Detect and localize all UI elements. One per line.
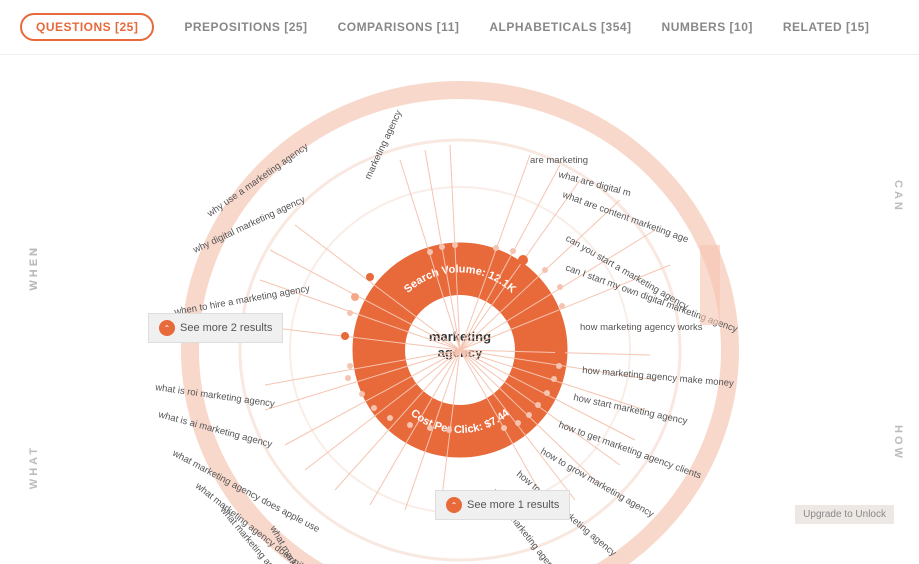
see-more-bottom[interactable]: ⌃ See more 1 results	[435, 490, 570, 520]
tab-comparisons[interactable]: COMPARISONS [11]	[338, 20, 460, 34]
tab-questions[interactable]: QUESTIONS [25]	[20, 13, 154, 41]
tab-bar: QUESTIONS [25] PREPOSITIONS [25] COMPARI…	[0, 0, 919, 55]
spoke-label: why digital marketing agency	[191, 194, 307, 256]
tab-prepositions[interactable]: PREPOSITIONS [25]	[184, 20, 307, 34]
viz-area: marketing agency Search Volume: 12.1K Co…	[0, 55, 919, 564]
see-more-icon-bottom: ⌃	[446, 497, 462, 513]
spoke-label: what is roi marketing agency	[154, 382, 276, 410]
tab-alphabeticals[interactable]: ALPHABETICALS [354]	[489, 20, 631, 34]
spoke-label: marketing agency	[363, 108, 405, 181]
see-more-icon-left: ⌃	[159, 320, 175, 336]
what-label-text: WHAT	[28, 445, 40, 489]
spoke-label: how marketing agency works	[580, 322, 703, 333]
how-label-text: HOW	[892, 425, 904, 461]
spoke-label: how marketing agency make money	[582, 365, 735, 389]
can-label-text: CAN	[892, 180, 904, 213]
upgrade-box[interactable]: Upgrade to Unlock	[795, 505, 894, 524]
tab-related[interactable]: RELATED [15]	[783, 20, 869, 34]
tab-numbers[interactable]: NUMBERS [10]	[662, 20, 753, 34]
see-more-left[interactable]: ⌃ See more 2 results	[148, 313, 283, 343]
see-more-bottom-label: See more 1 results	[467, 499, 559, 511]
wheel-svg: marketing agency Search Volume: 12.1K Co…	[0, 55, 919, 564]
when-label-text: WHEN	[28, 245, 40, 291]
upgrade-label: Upgrade to Unlock	[803, 509, 886, 520]
spoke-label: are marketing	[530, 155, 588, 166]
app-container: QUESTIONS [25] PREPOSITIONS [25] COMPARI…	[0, 0, 919, 564]
see-more-left-label: See more 2 results	[180, 322, 272, 334]
